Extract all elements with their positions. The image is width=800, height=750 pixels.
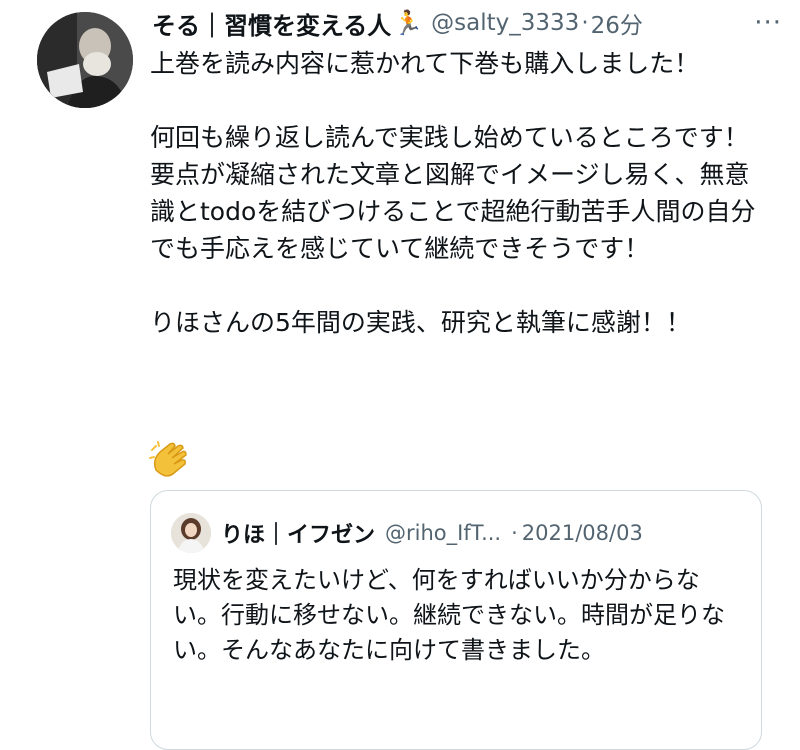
tweet-time[interactable]: 26分 [591, 6, 643, 40]
quoted-date: 2021/08/03 [521, 521, 643, 545]
tweet-header: そる｜習慣を変える人 🏃 @salty_3333 · 26分 ··· [152, 6, 782, 40]
separator-dot: · [581, 10, 589, 36]
separator-dot: · [511, 521, 518, 545]
author-avatar[interactable] [37, 12, 133, 108]
quoted-author-avatar [171, 513, 211, 553]
clapping-hands-icon [148, 440, 192, 480]
quoted-author-name: りほ｜イフゼン [221, 523, 376, 548]
tweet-text: 上巻を読み内容に惹かれて下巻も購入しました！ 何回も繰り返し読んで実践し始めてい… [150, 49, 756, 337]
quoted-header: りほ｜イフゼン @riho_IfT... · 2021/08/03 [221, 517, 751, 549]
author-handle[interactable]: @salty_3333 [431, 10, 579, 36]
quoted-text: 現状を変えたいけど、何をすればいいか分からない。行動に移せない。継続できない。時… [173, 566, 725, 664]
more-icon[interactable]: ··· [754, 8, 782, 38]
runner-icon: 🏃 [393, 9, 424, 37]
author-name[interactable]: そる｜習慣を変える人 [152, 6, 391, 41]
quoted-tweet[interactable]: りほ｜イフゼン @riho_IfT... · 2021/08/03 現状を変えた… [150, 490, 762, 750]
quoted-author-handle: @riho_IfT... [385, 521, 502, 545]
